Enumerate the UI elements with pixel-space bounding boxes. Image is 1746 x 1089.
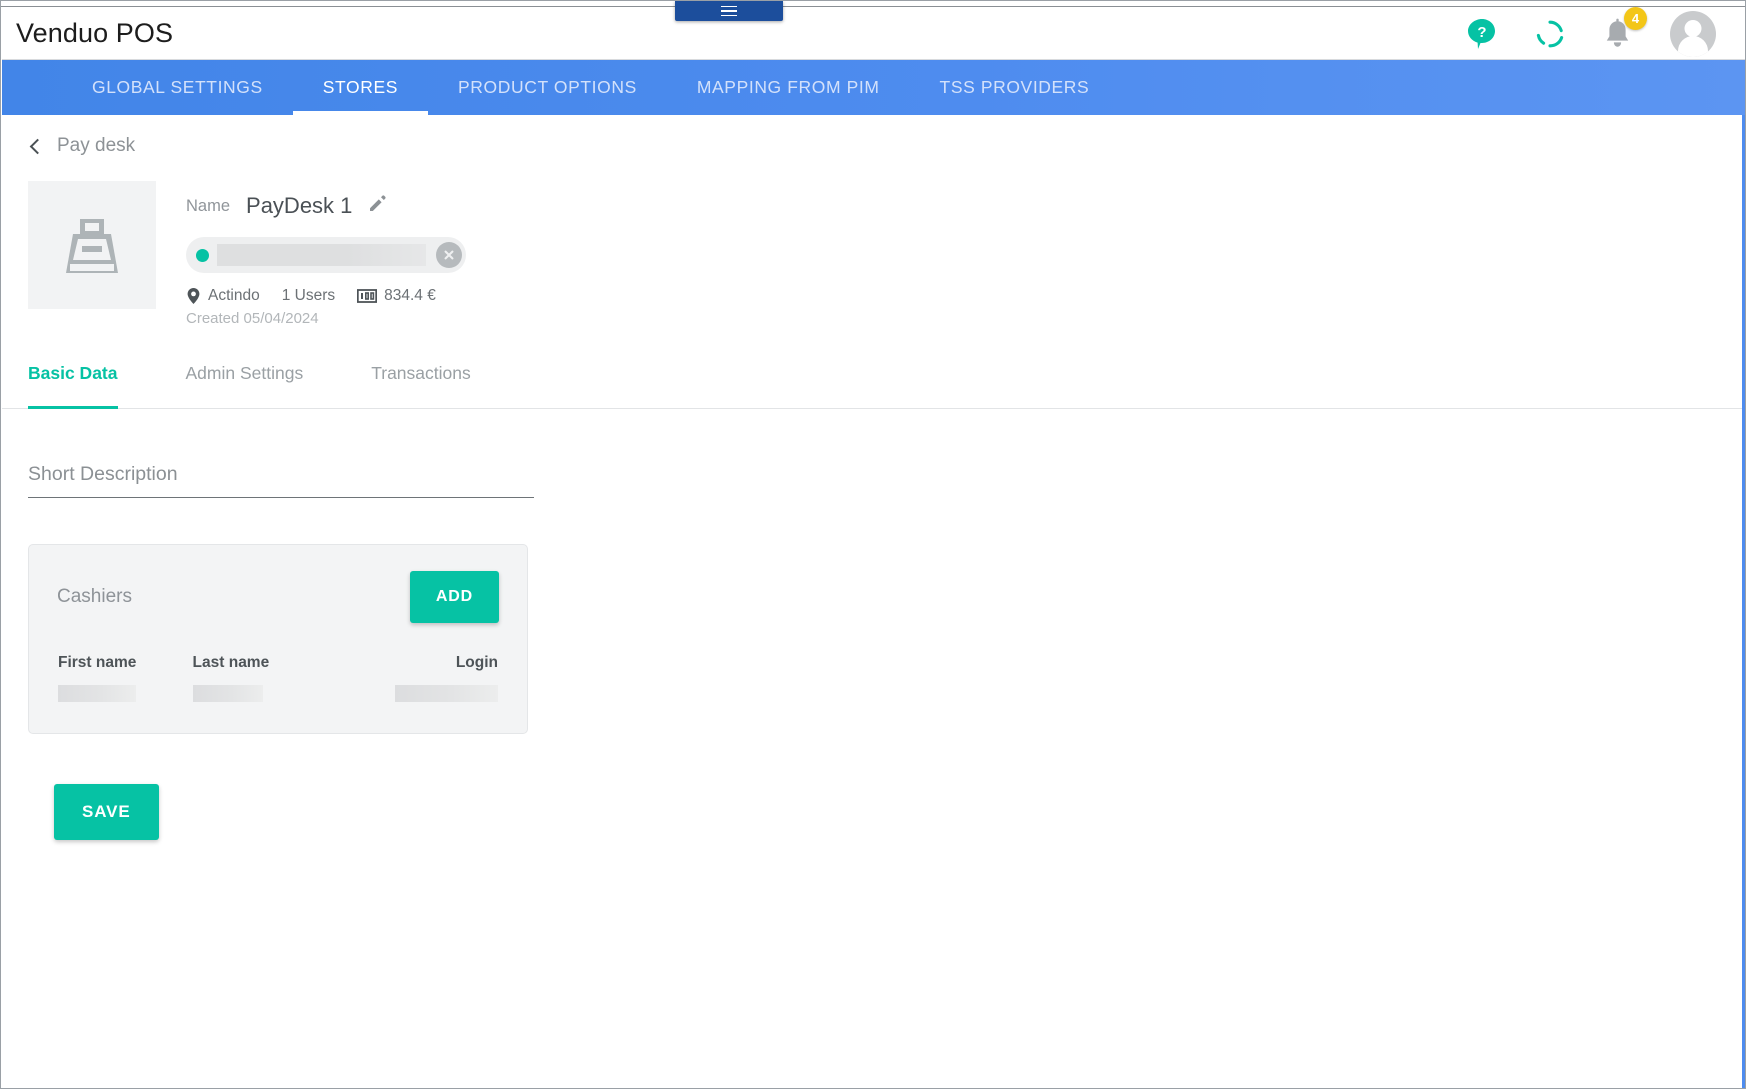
app-header: Venduo POS ? 4 bbox=[2, 6, 1745, 60]
user-avatar[interactable] bbox=[1670, 10, 1716, 57]
tab-transactions[interactable]: Transactions bbox=[337, 363, 505, 408]
cashiers-card-header: Cashiers ADD bbox=[57, 571, 499, 623]
paydesk-summary: Name PayDesk 1 Actindo 1 Users 834.4 € C… bbox=[2, 157, 1742, 327]
status-indicator-dot bbox=[196, 248, 209, 262]
avatar-body-shape bbox=[1678, 35, 1708, 57]
save-button[interactable]: SAVE bbox=[54, 784, 159, 840]
loading-skeleton-first-name bbox=[58, 685, 136, 702]
paydesk-name-value: PayDesk 1 bbox=[246, 193, 353, 218]
meta-balance: 834.4 € bbox=[357, 287, 436, 305]
column-header-first-name: First name bbox=[58, 654, 137, 671]
paydesk-name-label: Name bbox=[186, 196, 231, 215]
nav-item-mapping-from-pim[interactable]: MAPPING FROM PIM bbox=[667, 60, 910, 115]
chevron-left-icon bbox=[29, 138, 46, 154]
meta-balance-label: 834.4 € bbox=[384, 287, 436, 304]
cash-register-icon bbox=[66, 219, 118, 273]
short-description-field[interactable]: Short Description bbox=[28, 463, 534, 498]
cashiers-card: Cashiers ADD First name Last name Login bbox=[28, 544, 528, 734]
cell-last-name bbox=[192, 684, 324, 703]
status-chip bbox=[186, 237, 466, 273]
hamburger-menu-tab[interactable] bbox=[675, 1, 783, 21]
cashiers-table: First name Last name Login bbox=[57, 653, 499, 703]
pencil-edit-icon[interactable] bbox=[368, 194, 387, 218]
browser-chrome-strip bbox=[1, 1, 1745, 7]
notifications-bell-icon[interactable]: 4 bbox=[1603, 6, 1647, 50]
location-pin-icon bbox=[187, 288, 200, 304]
meta-location: Actindo bbox=[186, 287, 260, 305]
close-circle-icon[interactable] bbox=[436, 242, 462, 268]
paydesk-thumbnail bbox=[28, 181, 156, 309]
cashiers-title: Cashiers bbox=[57, 586, 132, 607]
svg-text:?: ? bbox=[1477, 24, 1486, 41]
help-icon[interactable]: ? bbox=[1467, 18, 1497, 50]
banknote-icon bbox=[357, 289, 378, 303]
chip-loading-skeleton bbox=[217, 244, 426, 266]
add-cashier-button[interactable]: ADD bbox=[409, 571, 499, 623]
notification-count-badge: 4 bbox=[1624, 6, 1647, 30]
header-icon-group: ? 4 bbox=[1467, 6, 1720, 57]
detail-tabs: Basic Data Admin Settings Transactions bbox=[2, 363, 1742, 409]
meta-users-label: 1 Users bbox=[281, 287, 336, 304]
nav-item-tss-providers[interactable]: TSS PROVIDERS bbox=[910, 60, 1120, 115]
table-header-row: First name Last name Login bbox=[57, 653, 499, 684]
paydesk-details: Name PayDesk 1 Actindo 1 Users 834.4 € C… bbox=[186, 181, 466, 327]
paydesk-created-date: Created 05/04/2024 bbox=[186, 310, 319, 327]
sync-spinner-icon[interactable] bbox=[1535, 19, 1565, 49]
cell-login bbox=[323, 684, 499, 703]
hamburger-menu-icon bbox=[721, 5, 737, 17]
basic-data-form: Short Description Cashiers ADD First nam… bbox=[2, 409, 1742, 840]
breadcrumb-label: Pay desk bbox=[57, 135, 136, 156]
column-header-login: Login bbox=[455, 654, 498, 671]
paydesk-meta-row: Actindo 1 Users 834.4 € bbox=[186, 287, 466, 305]
paydesk-name-row: Name PayDesk 1 bbox=[186, 193, 466, 219]
short-description-placeholder: Short Description bbox=[28, 463, 178, 485]
tab-admin-settings[interactable]: Admin Settings bbox=[152, 363, 338, 408]
nav-item-stores[interactable]: STORES bbox=[292, 60, 429, 115]
column-header-last-name: Last name bbox=[192, 654, 270, 671]
loading-skeleton-last-name bbox=[192, 685, 263, 702]
meta-users: 1 Users bbox=[282, 287, 335, 305]
cell-first-name bbox=[57, 684, 192, 703]
tab-basic-data[interactable]: Basic Data bbox=[28, 363, 152, 409]
nav-item-product-options[interactable]: PRODUCT OPTIONS bbox=[428, 60, 667, 115]
breadcrumb-back[interactable]: Pay desk bbox=[2, 115, 135, 157]
main-navigation: GLOBAL SETTINGS STORES PRODUCT OPTIONS M… bbox=[2, 60, 1745, 115]
nav-item-global-settings[interactable]: GLOBAL SETTINGS bbox=[62, 60, 293, 115]
app-window: Venduo POS ? 4 GLOBAL SETTINGS STORES PR… bbox=[0, 0, 1746, 1089]
avatar-head-shape bbox=[1684, 19, 1702, 37]
loading-skeleton-login bbox=[395, 685, 498, 702]
meta-location-label: Actindo bbox=[208, 287, 260, 304]
app-title: Venduo POS bbox=[16, 18, 174, 48]
content-area: Pay desk Name PayDesk 1 Actindo 1 Users … bbox=[2, 115, 1742, 1088]
table-row bbox=[57, 684, 499, 703]
